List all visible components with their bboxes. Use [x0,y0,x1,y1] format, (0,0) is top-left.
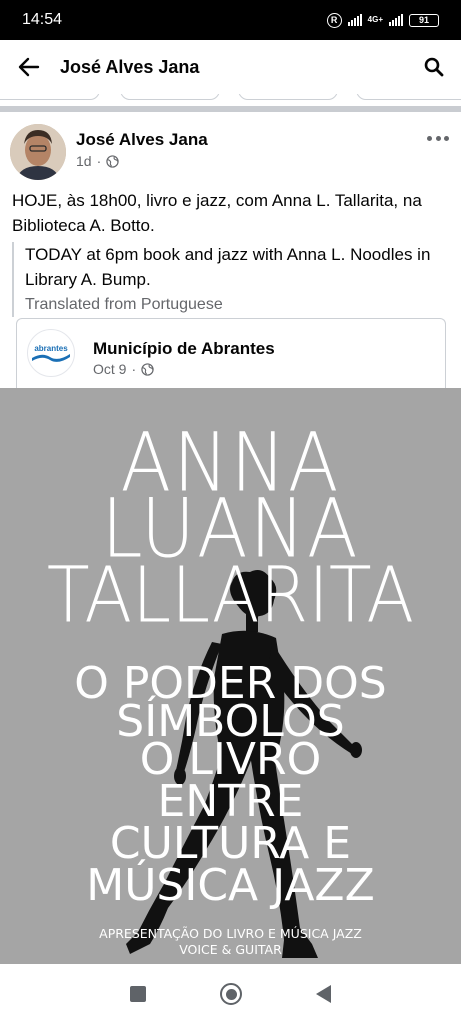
poster-name-line: TALLARITA [46,549,415,641]
top-app-bar: José Alves Jana [0,40,461,94]
poster-footer-line: APRESENTAÇÃO DO LIVRO E MÚSICA JAZZ [99,926,362,941]
shared-post-card[interactable]: abrantes Município de Abrantes Oct 9 · [16,318,446,390]
filter-chip[interactable] [0,94,100,100]
page-logo[interactable]: abrantes [27,329,75,377]
network-type: 4G+ [367,15,383,24]
filter-chip[interactable] [238,94,338,100]
translated-text: TODAY at 6pm book and jazz with Anna L. … [25,245,431,289]
shared-meta: Oct 9 · [93,361,154,377]
home-icon[interactable] [220,983,242,1005]
more-options-icon[interactable] [427,128,449,148]
filter-chip[interactable] [356,94,461,100]
system-nav-bar [0,964,461,1024]
status-icons: R 4G+ 91 [326,12,439,28]
filter-chips [0,94,461,104]
status-bar: 14:54 R 4G+ 91 [0,0,461,40]
post-text: HOJE, às 18h00, livro e jazz, com Anna L… [12,191,422,235]
status-time: 14:54 [22,11,63,28]
battery-icon: 91 [409,13,439,27]
logo-text: abrantes [34,344,68,353]
back-icon[interactable] [316,985,331,1003]
meta-separator: · [131,361,137,377]
arrow-left-icon[interactable] [16,54,42,80]
recent-apps-icon[interactable] [130,986,146,1002]
post-time[interactable]: 1d [76,153,92,169]
translation-block: TODAY at 6pm book and jazz with Anna L. … [12,242,452,317]
feed-divider [0,106,461,112]
globe-icon [141,362,154,376]
poster-image[interactable]: ANNA LUANA TALLARITA O PODER DOS SÍMBOLO… [0,388,461,964]
poster-footer-line: VOICE & GUITAR [179,942,282,957]
post-author[interactable]: José Alves Jana [76,130,208,150]
meta-separator: · [96,153,102,169]
signal-icon [347,14,362,26]
page-title: José Alves Jana [60,56,200,77]
signal-icon [389,14,403,26]
battery-level: 91 [418,15,429,25]
globe-icon [106,154,119,168]
poster-subtitle-line: MÚSICA JAZZ [86,860,375,911]
shared-page-name[interactable]: Município de Abrantes [93,339,275,359]
avatar[interactable] [10,124,66,180]
search-icon[interactable] [423,56,445,78]
shared-date[interactable]: Oct 9 [93,361,126,377]
filter-chip[interactable] [120,94,220,100]
registered-icon: R [326,12,342,28]
post-meta: 1d · [76,153,119,169]
translated-from-link[interactable]: Translated from Portuguese [25,292,452,317]
